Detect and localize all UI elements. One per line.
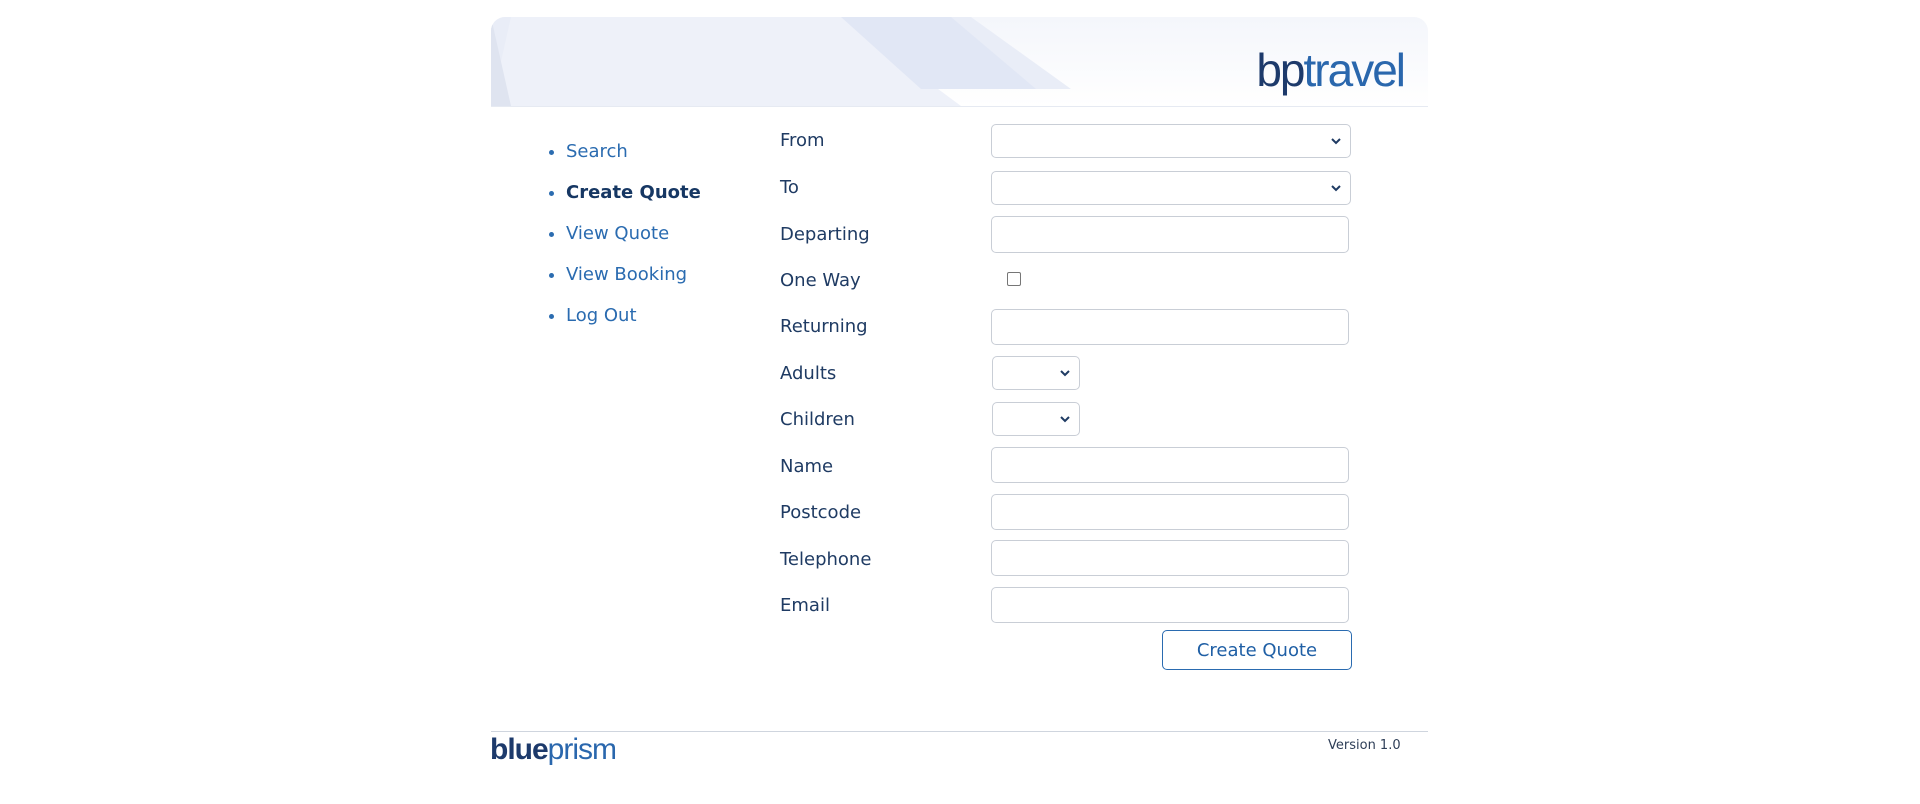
postcode-input[interactable] <box>991 494 1349 530</box>
nav-link-create-quote[interactable]: Create Quote <box>566 182 701 203</box>
footer-logo: blueprism <box>490 733 617 767</box>
nav-link-log-out[interactable]: Log Out <box>566 305 637 326</box>
nav-item-view-booking[interactable]: View Booking <box>566 254 701 295</box>
nav-item-log-out[interactable]: Log Out <box>566 295 701 336</box>
from-select[interactable] <box>991 124 1351 158</box>
create-quote-button[interactable]: Create Quote <box>1162 630 1352 670</box>
from-label: From <box>780 130 825 151</box>
name-input[interactable] <box>991 447 1349 483</box>
one-way-checkbox[interactable] <box>1007 272 1021 286</box>
brand-logo: bptravel <box>1256 44 1406 96</box>
children-label: Children <box>780 409 855 430</box>
header-banner: bptravel <box>491 17 1428 107</box>
sidebar-nav: Search Create Quote View Quote View Book… <box>546 131 701 336</box>
nav-link-search[interactable]: Search <box>566 141 628 162</box>
version-label: Version 1.0 <box>1328 738 1401 753</box>
telephone-label: Telephone <box>780 549 872 570</box>
email-input[interactable] <box>991 587 1349 623</box>
email-label: Email <box>780 595 830 616</box>
returning-input[interactable] <box>991 309 1349 345</box>
departing-label: Departing <box>780 224 870 245</box>
nav-link-view-quote[interactable]: View Quote <box>566 223 669 244</box>
footer-logo-part2: prism <box>547 733 617 766</box>
nav-link-view-booking[interactable]: View Booking <box>566 264 687 285</box>
departing-input[interactable] <box>991 216 1349 253</box>
to-select[interactable] <box>991 171 1351 205</box>
to-label: To <box>780 177 799 198</box>
chevron-down-icon <box>1060 416 1070 423</box>
returning-label: Returning <box>780 316 868 337</box>
name-label: Name <box>780 456 834 477</box>
adults-label: Adults <box>780 363 837 384</box>
footer-logo-part1: blue <box>490 733 549 766</box>
brand-logo-part1: bp <box>1256 44 1305 96</box>
children-select[interactable] <box>992 402 1080 436</box>
nav-item-create-quote[interactable]: Create Quote <box>566 172 701 213</box>
chevron-down-icon <box>1331 138 1341 145</box>
chevron-down-icon <box>1331 185 1341 192</box>
brand-logo-part2: travel <box>1303 44 1406 96</box>
telephone-input[interactable] <box>991 540 1349 576</box>
one-way-label: One Way <box>780 270 861 291</box>
adults-select[interactable] <box>992 356 1080 390</box>
nav-item-search[interactable]: Search <box>566 131 701 172</box>
chevron-down-icon <box>1060 370 1070 377</box>
footer-divider <box>491 731 1428 732</box>
postcode-label: Postcode <box>780 502 862 523</box>
nav-item-view-quote[interactable]: View Quote <box>566 213 701 254</box>
